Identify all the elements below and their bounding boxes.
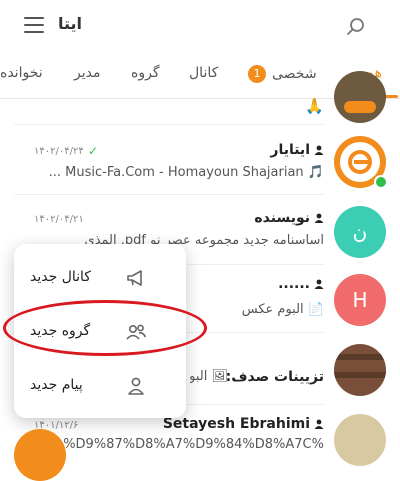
hamburger-icon[interactable] [24, 17, 44, 33]
chat-preview: %D8%B1%D9%87%D8%A7%D9%84%D8%A7C [30, 437, 324, 452]
online-indicator [374, 175, 388, 189]
new-channel-button[interactable]: کانال جدید [14, 252, 186, 306]
chat-name: ایتایار [270, 142, 324, 158]
avatar: ن [334, 206, 386, 258]
chat-name: ...... [278, 276, 324, 292]
new-message-label: پیام جدید [30, 377, 83, 393]
top-bar: ایتا [0, 0, 400, 52]
chat-preview: 🖼 آلبوم عکس [190, 369, 228, 384]
tab-channel[interactable]: کانال [189, 65, 218, 81]
tab-group[interactable]: گروه [131, 65, 160, 81]
person-icon [314, 419, 324, 429]
tab-unread[interactable]: نخوانده [0, 65, 43, 81]
chat-date: ۱۴۰۲/۰۴/۲۱ [34, 214, 84, 225]
person-icon [314, 213, 324, 223]
new-channel-label: کانال جدید [30, 269, 91, 285]
unread-count-badge: 1 [248, 65, 266, 83]
chat-name: Setayesh Ebrahimi [163, 416, 324, 432]
tab-personal-label: شخصی [272, 66, 317, 82]
avatar: H [334, 274, 386, 326]
chat-row[interactable]: ایتایار ✓ ۱۴۰۲/۰۴/۲۴ 🎵 Music-Fa.Com - Ho… [0, 128, 400, 195]
chat-row[interactable]: 🙏 [0, 71, 400, 125]
search-icon[interactable] [346, 17, 366, 37]
person-icon [128, 377, 144, 395]
new-message-button[interactable]: پیام جدید [14, 360, 186, 414]
avatar [334, 344, 386, 396]
chat-name: نویسنده [254, 210, 324, 226]
avatar [334, 71, 386, 123]
app-title: ایتا [58, 14, 83, 33]
person-icon [314, 145, 324, 155]
tab-admin[interactable]: مدیر [74, 65, 100, 81]
megaphone-icon [127, 270, 142, 286]
chat-preview: 🎵 Music-Fa.Com - Homayoun Shajarian ... [48, 165, 324, 180]
read-check-icon: ✓ [88, 144, 99, 158]
tab-personal[interactable]: 1 شخصی [248, 65, 317, 83]
avatar [334, 414, 386, 466]
compose-fab[interactable] [14, 429, 66, 481]
highlight-ellipse [3, 300, 207, 356]
chat-name: تزیینات صدف: [225, 369, 324, 385]
chat-date: ۱۴۰۲/۰۴/۲۴ [34, 146, 84, 157]
pray-emoji-icon: 🙏 [305, 97, 324, 115]
person-icon [314, 279, 324, 289]
